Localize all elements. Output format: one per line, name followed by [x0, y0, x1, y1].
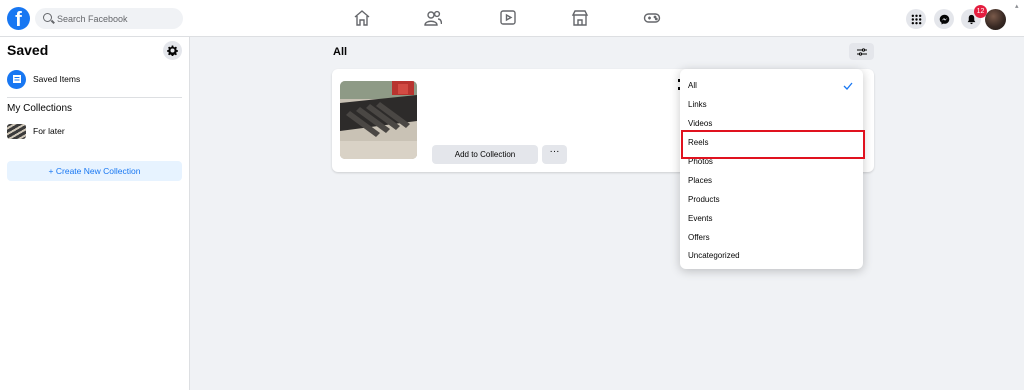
settings-button[interactable]	[163, 41, 182, 60]
top-navbar: f 12 ▴	[0, 0, 1024, 37]
dropdown-item-label: Events	[688, 214, 713, 223]
create-collection-button[interactable]: + Create New Collection	[7, 161, 182, 181]
dropdown-item-all[interactable]: All	[680, 77, 863, 95]
dropdown-item-events[interactable]: Events	[680, 210, 863, 228]
checkmark-icon	[843, 77, 853, 95]
page-title: All	[333, 46, 348, 58]
dropdown-item-videos[interactable]: Videos	[680, 115, 863, 133]
search-input[interactable]	[57, 8, 177, 29]
avatar[interactable]	[985, 9, 1006, 30]
collection-thumbnail	[7, 123, 26, 139]
dropdown-item-label: Places	[688, 176, 713, 185]
facebook-logo[interactable]: f	[7, 7, 30, 30]
sidebar-title: Saved	[7, 42, 49, 58]
friends-icon[interactable]	[424, 9, 446, 27]
messenger-icon[interactable]	[934, 9, 954, 29]
bookmark-icon	[7, 69, 26, 89]
gear-icon	[167, 45, 178, 56]
sidebar-item-label: Saved Items	[33, 74, 81, 84]
dropdown-item-links[interactable]: Links	[680, 96, 863, 114]
dropdown-item-offers[interactable]: Offers	[680, 229, 863, 247]
dropdown-item-label: Offers	[688, 233, 710, 242]
collection-item-for-later[interactable]: For later	[7, 123, 183, 139]
collections-heading: My Collections	[7, 103, 73, 114]
dropdown-item-label: Photos	[688, 157, 713, 166]
saved-item-thumbnail[interactable]	[340, 81, 417, 159]
collection-label: For later	[33, 126, 65, 136]
dropdown-item-label: Reels	[688, 138, 709, 147]
home-icon[interactable]	[353, 9, 375, 27]
dropdown-item-reels[interactable]: Reels	[680, 134, 863, 152]
dropdown-item-label: Links	[688, 100, 707, 109]
divider	[7, 97, 182, 98]
dropdown-item-label: Products	[688, 195, 720, 204]
dropdown-item-places[interactable]: Places	[680, 172, 863, 190]
sidebar: Saved Saved Items My Collections For lat…	[0, 37, 190, 390]
dropdown-item-label: Videos	[688, 119, 713, 128]
search-box[interactable]	[35, 8, 183, 29]
dropdown-item-products[interactable]: Products	[680, 191, 863, 209]
more-options-button[interactable]: ···	[542, 145, 567, 164]
add-to-collection-button[interactable]: Add to Collection	[432, 145, 538, 164]
dropdown-item-uncategorized[interactable]: Uncategorized	[680, 247, 863, 265]
dropdown-item-label: All	[688, 81, 697, 90]
search-icon	[43, 13, 52, 22]
filter-button[interactable]	[849, 43, 874, 60]
scroll-up-arrow-icon[interactable]: ▴	[1015, 3, 1021, 10]
menu-grid-icon[interactable]	[906, 9, 926, 29]
dropdown-item-photos[interactable]: Photos	[680, 153, 863, 171]
filter-sliders-icon	[856, 47, 867, 56]
marketplace-icon[interactable]	[571, 9, 593, 27]
dropdown-item-label: Uncategorized	[688, 251, 740, 260]
sidebar-item-saved-items[interactable]: Saved Items	[7, 69, 183, 89]
watch-icon[interactable]	[499, 9, 521, 27]
gaming-icon[interactable]	[643, 9, 665, 27]
filter-dropdown: All Links Videos Reels Photos Places Pro…	[680, 69, 863, 269]
